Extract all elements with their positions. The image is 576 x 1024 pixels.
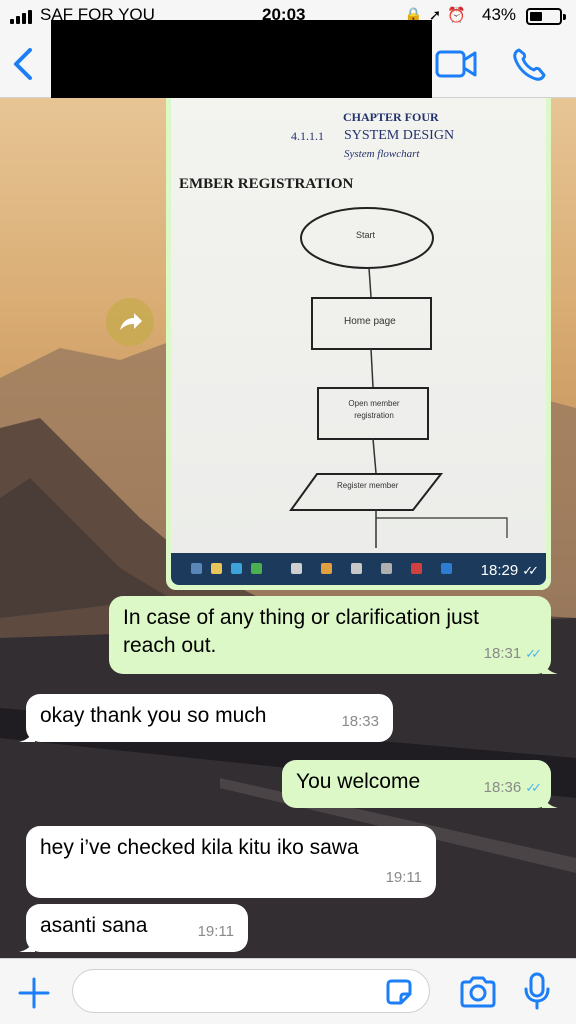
image-message[interactable]: CHAPTER FOUR 4.1.1.1 SYSTEM DESIGN Syste… <box>166 98 551 590</box>
video-camera-icon <box>435 50 477 78</box>
battery-icon <box>526 8 566 25</box>
read-receipt-icon: ✓✓ <box>525 646 542 661</box>
attach-button[interactable] <box>16 975 52 1011</box>
message-text: hey i’ve checked kila kitu iko sawa <box>40 836 359 859</box>
forward-button[interactable] <box>106 298 154 346</box>
plus-icon <box>18 977 50 1009</box>
read-receipt-icon: ✓✓ <box>525 780 542 795</box>
message-meta: 18:31 ✓✓ <box>483 640 542 668</box>
sticker-button[interactable] <box>384 977 414 1007</box>
message-text: okay thank you so much <box>40 704 267 727</box>
document-page: CHAPTER FOUR 4.1.1.1 SYSTEM DESIGN Syste… <box>171 98 546 553</box>
alarm-icon: ⏰ <box>447 7 472 24</box>
bubble-tail <box>542 792 558 808</box>
signal-strength-icon <box>10 10 32 24</box>
message-text: asanti sana <box>40 914 148 937</box>
message-meta: 19:11 <box>386 864 422 892</box>
battery-fill <box>530 12 542 21</box>
message-outgoing[interactable]: You welcome 18:36 ✓✓ <box>282 760 558 808</box>
message-outgoing[interactable]: In case of any thing or clarification ju… <box>109 596 558 674</box>
message-time: 18:33 <box>341 713 379 730</box>
message-incoming[interactable]: hey i’ve checked kila kitu iko sawa 19:1… <box>26 826 436 898</box>
chat-header <box>0 20 576 98</box>
forward-arrow-icon <box>120 313 142 330</box>
message-text: You welcome <box>296 770 421 793</box>
bubble-tail <box>19 936 35 952</box>
back-button[interactable] <box>10 44 40 84</box>
message-input[interactable] <box>72 969 430 1013</box>
sticker-icon <box>386 979 412 1005</box>
bubble-tail <box>542 658 558 674</box>
flowchart-home-label: Home page <box>344 316 396 327</box>
message-composer <box>0 958 576 1024</box>
chevron-left-icon <box>14 48 32 80</box>
message-meta: 18:36 ✓✓ <box>483 774 542 802</box>
chat-messages[interactable]: CHAPTER FOUR 4.1.1.1 SYSTEM DESIGN Syste… <box>0 98 576 958</box>
voice-message-button[interactable] <box>522 971 552 1011</box>
voice-call-button[interactable] <box>510 46 550 82</box>
message-time: 18:31 <box>483 645 522 662</box>
message-meta: 18:33 <box>341 708 379 736</box>
message-time: 19:11 <box>197 923 234 940</box>
flowchart-open-registration-label: Open member registration <box>348 399 400 420</box>
video-call-button[interactable] <box>434 46 478 82</box>
bubble-tail <box>19 726 35 742</box>
battery-percent: 43% <box>482 5 517 24</box>
message-incoming[interactable]: asanti sana 19:11 <box>19 904 248 952</box>
image-timestamp: 18:29 ✓✓ <box>480 562 539 579</box>
read-receipt-icon: ✓✓ <box>522 563 539 578</box>
contact-info-redacted[interactable] <box>51 20 432 98</box>
message-meta: 19:11 <box>198 918 234 946</box>
message-incoming[interactable]: okay thank you so much 18:33 <box>19 694 393 742</box>
microphone-icon <box>524 972 550 1010</box>
flowchart-start-label: Start <box>356 230 376 240</box>
message-text: In case of any thing or clarification ju… <box>123 606 480 657</box>
phone-icon <box>513 48 546 81</box>
camera-icon <box>460 976 496 1008</box>
flowchart-register-label: Register member <box>337 481 399 490</box>
flowchart-register-node <box>289 473 444 511</box>
message-time: 19:11 <box>385 869 422 886</box>
flowchart-photo[interactable]: CHAPTER FOUR 4.1.1.1 SYSTEM DESIGN Syste… <box>171 98 546 585</box>
camera-button[interactable] <box>458 975 498 1009</box>
image-time: 18:29 <box>480 562 519 579</box>
message-time: 18:36 <box>483 779 522 796</box>
